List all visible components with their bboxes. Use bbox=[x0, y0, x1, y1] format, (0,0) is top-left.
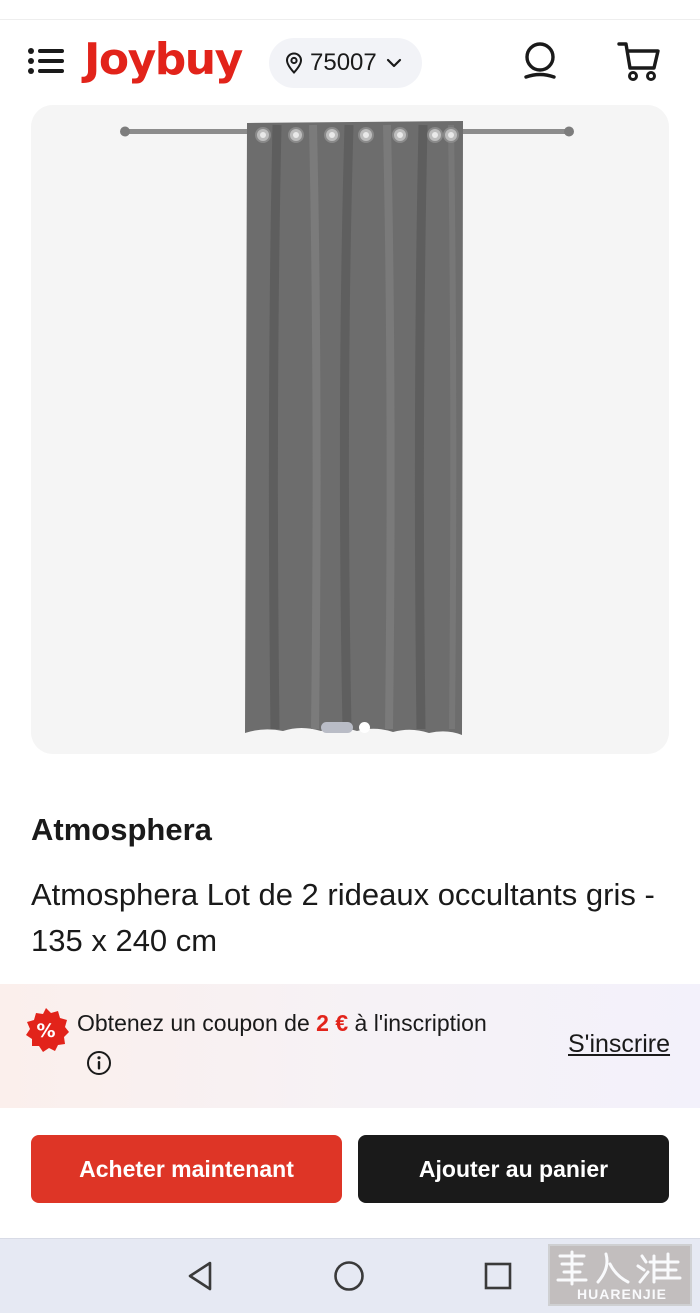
coupon-message: Obtenez un coupon de 2 € à l'inscription bbox=[77, 1010, 487, 1037]
product-image-gallery[interactable] bbox=[31, 105, 669, 754]
coupon-text-before: Obtenez un coupon de bbox=[77, 1010, 317, 1036]
signup-link[interactable]: S'inscrire bbox=[568, 1030, 670, 1059]
location-selector[interactable]: 75007 bbox=[269, 38, 422, 88]
info-icon[interactable] bbox=[86, 1050, 112, 1076]
location-pin-icon bbox=[285, 52, 303, 74]
curtain-image bbox=[31, 105, 669, 754]
watermark-logo: HUARENJIE bbox=[548, 1244, 692, 1306]
coupon-banner: % Obtenez un coupon de 2 € à l'inscripti… bbox=[0, 984, 700, 1108]
back-triangle-icon[interactable] bbox=[184, 1259, 218, 1293]
joybuy-logo[interactable]: Joybuy bbox=[84, 35, 243, 85]
buy-now-button[interactable]: Acheter maintenant bbox=[31, 1135, 342, 1203]
watermark-text: HUARENJIE bbox=[577, 1286, 667, 1302]
menu-icon[interactable] bbox=[26, 45, 66, 77]
location-zip: 75007 bbox=[310, 49, 377, 76]
watermark-glyphs-icon bbox=[556, 1250, 682, 1286]
product-brand[interactable]: Atmosphera bbox=[31, 812, 212, 848]
home-circle-icon[interactable] bbox=[332, 1259, 366, 1293]
chevron-down-icon bbox=[386, 58, 401, 68]
product-title: Atmosphera Lot de 2 rideaux occultants g… bbox=[31, 877, 655, 958]
status-bar bbox=[0, 0, 700, 20]
percent-badge-icon: % bbox=[22, 1006, 70, 1054]
svg-text:%: % bbox=[36, 1020, 55, 1042]
coupon-amount: 2 € bbox=[316, 1010, 349, 1036]
cart-icon[interactable] bbox=[616, 39, 662, 83]
gallery-dot[interactable] bbox=[359, 721, 370, 733]
recents-square-icon[interactable] bbox=[481, 1259, 515, 1293]
add-to-cart-button[interactable]: Ajouter au panier bbox=[358, 1135, 669, 1203]
account-icon[interactable] bbox=[518, 39, 562, 83]
coupon-text-after: à l'inscription bbox=[348, 1010, 487, 1036]
app-header: Joybuy 75007 bbox=[0, 21, 700, 103]
gallery-pagination bbox=[321, 721, 370, 733]
gallery-dot-active[interactable] bbox=[321, 721, 353, 733]
